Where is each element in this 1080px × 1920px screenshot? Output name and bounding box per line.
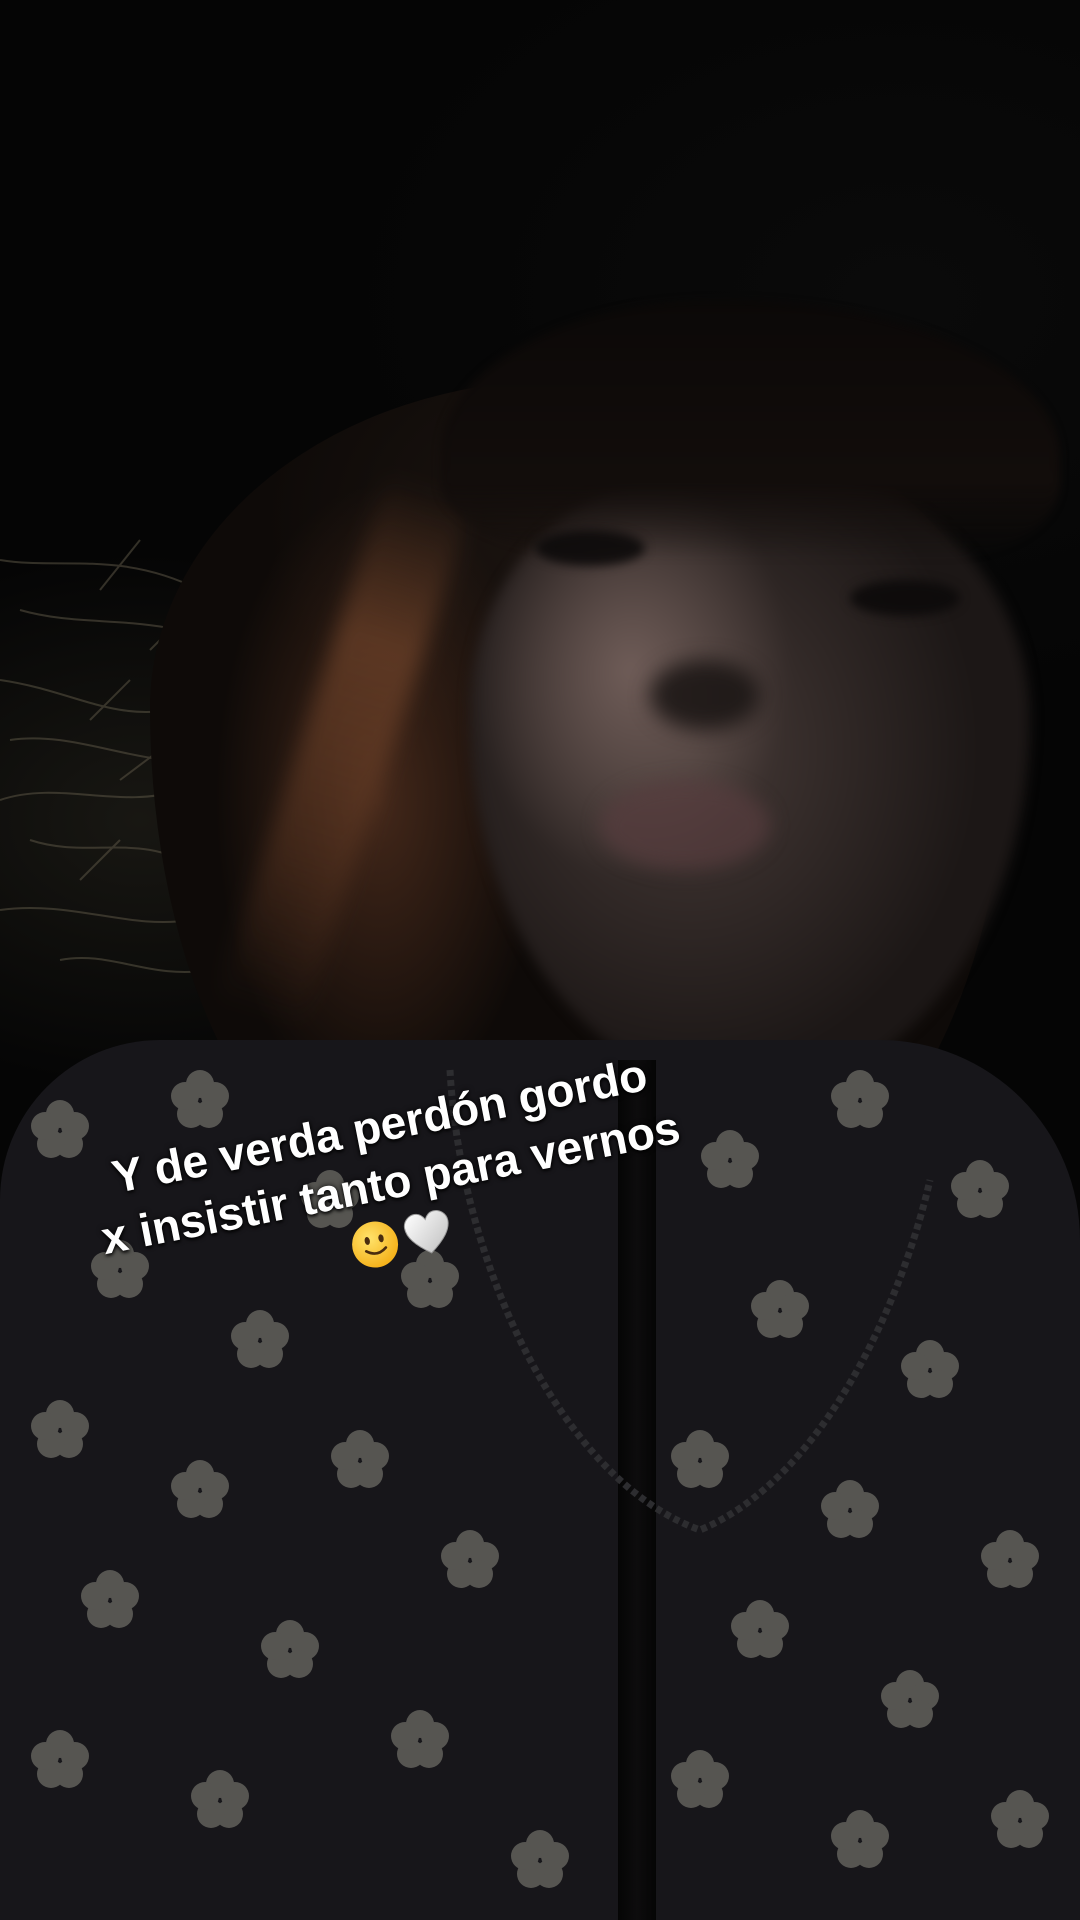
story-viewer[interactable]: Y de verda perdón gordo x insistir tanto… (0, 0, 1080, 1920)
lips (600, 780, 770, 870)
left-eye (535, 530, 645, 566)
slightly-smiling-face-icon (352, 1221, 399, 1268)
nose (650, 660, 760, 730)
right-eye (850, 580, 960, 616)
white-heart-icon (403, 1210, 449, 1254)
